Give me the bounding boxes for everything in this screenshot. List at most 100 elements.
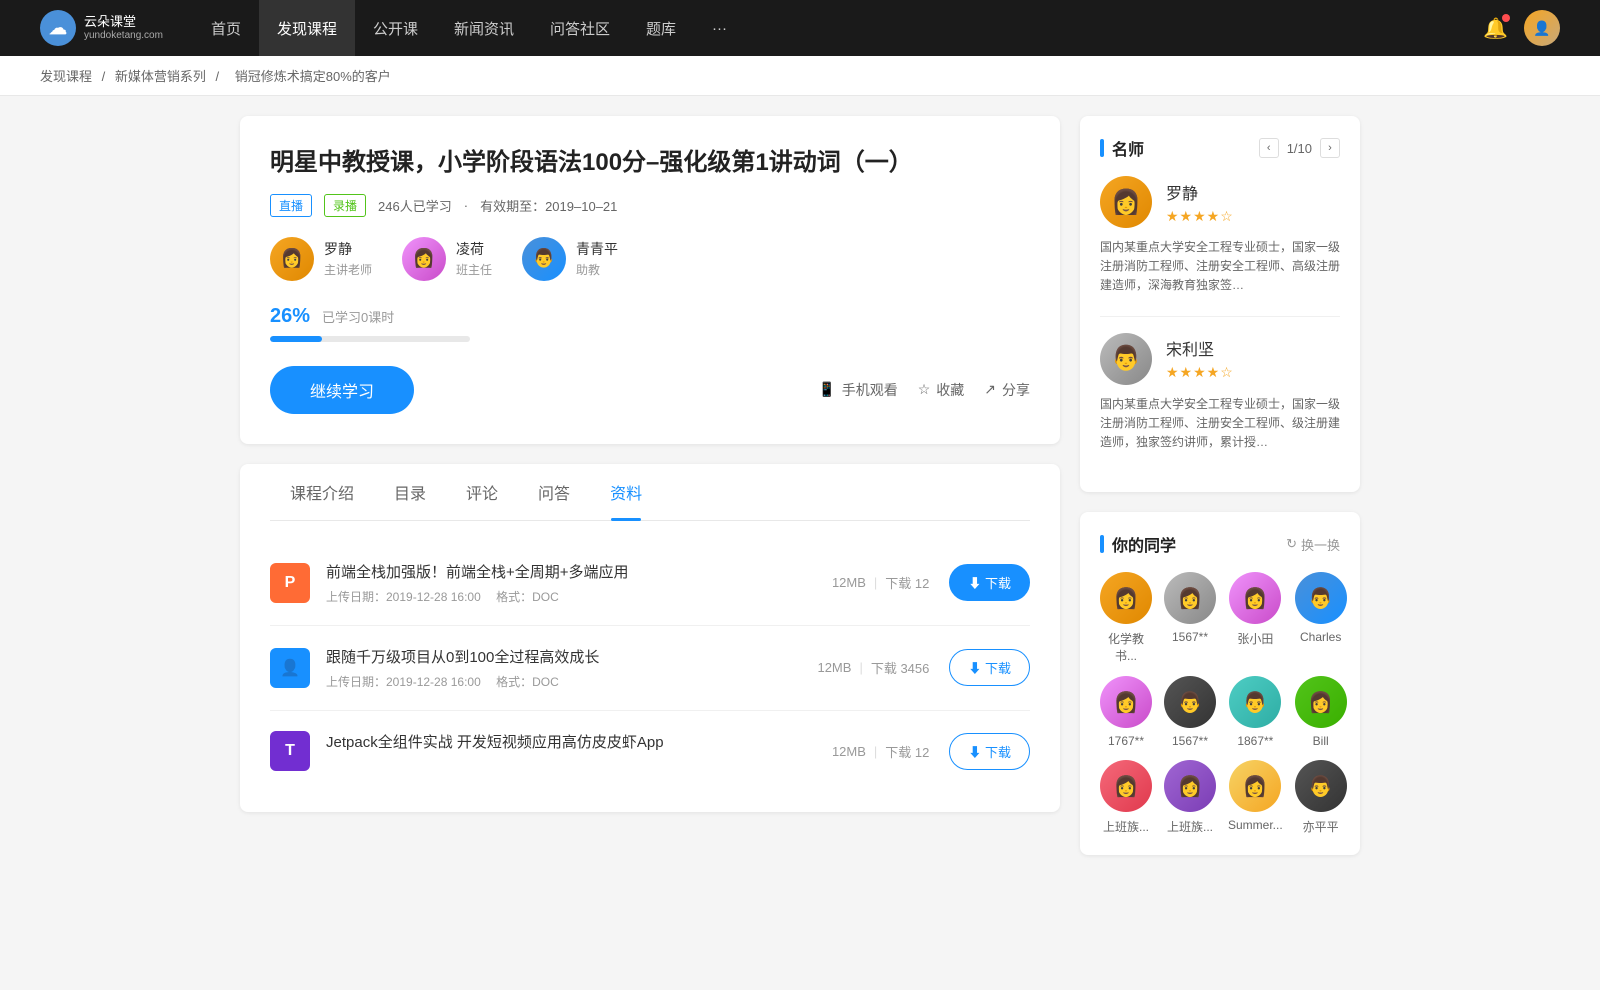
breadcrumb-sep-2: / (216, 69, 223, 84)
logo[interactable]: ☁ 云朵课堂 yundoketang.com (40, 10, 163, 46)
course-meta: 直播 录播 246人已学习 · 有效期至：2019–10–21 (270, 194, 1030, 217)
classmate-name-9: 上班族... (1103, 818, 1149, 835)
resource-format-1: 格式：DOC (496, 590, 559, 604)
tab-catalog[interactable]: 目录 (374, 464, 446, 520)
nav-item-open[interactable]: 公开课 (355, 0, 436, 56)
classmate-avatar-9: 👩 (1100, 760, 1152, 812)
download-button-3[interactable]: ⬇ 下载 (949, 733, 1030, 770)
resource-icon-emoji-2: 👤 (280, 658, 300, 678)
nav-item-courses[interactable]: 发现课程 (259, 0, 355, 56)
user-avatar-nav[interactable]: 👤 (1524, 10, 1560, 46)
resource-downloads-3: 下载 12 (885, 742, 929, 761)
resource-meta-2: 上传日期：2019-12-28 16:00 格式：DOC (326, 673, 817, 690)
breadcrumb-item-1[interactable]: 发现课程 (40, 69, 92, 84)
tab-content: P 前端全栈加强版！前端全栈+全周期+多端应用 上传日期：2019-12-28 … (270, 521, 1030, 812)
sidebar-teacher-stars-1: ★★★★☆ (1166, 208, 1340, 225)
download-button-2[interactable]: ⬇ 下载 (949, 649, 1030, 686)
classmate-3: 👩 张小田 (1228, 572, 1283, 664)
classmate-avatar-3: 👩 (1229, 572, 1281, 624)
action-buttons: 📱 手机观看 ☆ 收藏 ↗ 分享 (818, 380, 1030, 400)
classmate-img-12: 👨 (1295, 760, 1347, 812)
breadcrumb-item-2[interactable]: 新媒体营销系列 (115, 69, 206, 84)
course-students: 246人已学习 (378, 196, 452, 215)
classmate-name-2: 1567** (1172, 630, 1208, 644)
teacher-item-3: 👨 青青平 助教 (522, 237, 618, 281)
tabs-header: 课程介绍 目录 评论 问答 资料 (270, 464, 1030, 521)
refresh-label: 换一换 (1301, 535, 1340, 554)
tab-resources[interactable]: 资料 (590, 464, 662, 520)
resource-info-1: 前端全栈加强版！前端全栈+全周期+多端应用 上传日期：2019-12-28 16… (326, 561, 832, 605)
navbar: ☁ 云朵课堂 yundoketang.com 首页 发现课程 公开课 新闻资讯 … (0, 0, 1600, 56)
sidebar-teacher-row-1: 👩 罗静 ★★★★☆ (1100, 176, 1340, 228)
star-icon: ☆ (918, 381, 931, 398)
nav-item-more[interactable]: ··· (694, 0, 745, 56)
share-label: 分享 (1002, 380, 1030, 400)
nav-item-exam[interactable]: 题库 (628, 0, 694, 56)
main-layout: 明星中教授课，小学阶段语法100分–强化级第1讲动词（一） 直播 录播 246人… (200, 96, 1400, 895)
bell-icon[interactable]: 🔔 (1483, 16, 1508, 41)
classmate-img-8: 👩 (1295, 676, 1347, 728)
collect-button[interactable]: ☆ 收藏 (918, 380, 965, 400)
nav-item-qa[interactable]: 问答社区 (532, 0, 628, 56)
tab-qa[interactable]: 问答 (518, 464, 590, 520)
sidebar-teacher-name-2: 宋利坚 (1166, 336, 1340, 360)
resource-downloads-1: 下载 12 (885, 573, 929, 592)
classmate-name-1: 化学教书... (1100, 630, 1152, 664)
resource-stats-2: 12MB | 下载 3456 (817, 658, 929, 677)
sidebar: 名师 ‹ 1/10 › 👩 罗静 ★★★★☆ (1080, 116, 1360, 875)
teacher-info-2: 凌荷 班主任 (456, 239, 492, 278)
famous-teachers-card: 名师 ‹ 1/10 › 👩 罗静 ★★★★☆ (1080, 116, 1360, 492)
stat-sep-1: | (874, 575, 877, 590)
resource-format-2: 格式：DOC (496, 675, 559, 689)
download-button-1[interactable]: ⬇ 下载 (949, 564, 1030, 601)
classmate-2: 👩 1567** (1164, 572, 1216, 664)
tab-review[interactable]: 评论 (446, 464, 518, 520)
share-button[interactable]: ↗ 分享 (984, 380, 1030, 400)
mobile-label: 手机观看 (842, 380, 898, 400)
teacher-name-1: 罗静 (324, 239, 372, 259)
nav-items: 首页 发现课程 公开课 新闻资讯 问答社区 题库 ··· (193, 0, 1483, 56)
resource-size-3: 12MB (832, 744, 866, 759)
nav-item-home[interactable]: 首页 (193, 0, 259, 56)
continue-study-button[interactable]: 继续学习 (270, 366, 414, 414)
refresh-button[interactable]: ↻ 换一换 (1286, 535, 1340, 554)
classmate-name-12: 亦平平 (1303, 818, 1339, 835)
sidebar-teacher-stars-2: ★★★★☆ (1166, 364, 1340, 381)
classmate-avatar-4: 👨 (1295, 572, 1347, 624)
logo-icon: ☁ (40, 10, 76, 46)
stat-sep-3: | (874, 744, 877, 759)
badge-live: 直播 (270, 194, 312, 217)
classmate-7: 👨 1867** (1228, 676, 1283, 748)
mobile-watch-button[interactable]: 📱 手机观看 (818, 380, 897, 400)
progress-label: 已学习0课时 (322, 307, 394, 326)
teacher-avatar-img-2: 👩 (402, 237, 446, 281)
teacher-item-2: 👩 凌荷 班主任 (402, 237, 492, 281)
teacher-avatar-img-3: 👨 (522, 237, 566, 281)
course-title: 明星中教授课，小学阶段语法100分–强化级第1讲动词（一） (270, 146, 1030, 180)
classmate-name-6: 1567** (1172, 734, 1208, 748)
classmate-img-1: 👩 (1100, 572, 1152, 624)
classmate-img-3: 👩 (1229, 572, 1281, 624)
teachers-next-button[interactable]: › (1320, 138, 1340, 158)
tab-intro[interactable]: 课程介绍 (270, 464, 374, 520)
teacher-info-1: 罗静 主讲老师 (324, 239, 372, 278)
badge-record: 录播 (324, 194, 366, 217)
nav-item-news[interactable]: 新闻资讯 (436, 0, 532, 56)
classmate-1: 👩 化学教书... (1100, 572, 1152, 664)
resource-item-2: 👤 跟随千万级项目从0到100全过程高效成长 上传日期：2019-12-28 1… (270, 626, 1030, 711)
sidebar-teacher-2: 👨 宋利坚 ★★★★☆ 国内某重点大学安全工程专业硕士，国家一级注册消防工程师、… (1100, 333, 1340, 453)
classmate-avatar-8: 👩 (1295, 676, 1347, 728)
teachers-list: 👩 罗静 主讲老师 👩 凌荷 班主任 (270, 237, 1030, 281)
teachers-page-info: 1/10 (1287, 141, 1312, 156)
mobile-icon: 📱 (818, 381, 835, 398)
classmates-card: 你的同学 ↻ 换一换 👩 化学教书... 👩 1567** (1080, 512, 1360, 855)
classmate-5: 👩 1767** (1100, 676, 1152, 748)
classmate-img-7: 👨 (1229, 676, 1281, 728)
collect-label: 收藏 (936, 380, 964, 400)
teachers-prev-button[interactable]: ‹ (1259, 138, 1279, 158)
classmate-img-2: 👩 (1164, 572, 1216, 624)
resource-item-3: T Jetpack全组件实战 开发短视频应用高仿皮皮虾App 12MB | 下载… (270, 711, 1030, 792)
resource-meta-1: 上传日期：2019-12-28 16:00 格式：DOC (326, 588, 832, 605)
classmate-avatar-10: 👩 (1164, 760, 1216, 812)
breadcrumb-sep-1: / (102, 69, 109, 84)
